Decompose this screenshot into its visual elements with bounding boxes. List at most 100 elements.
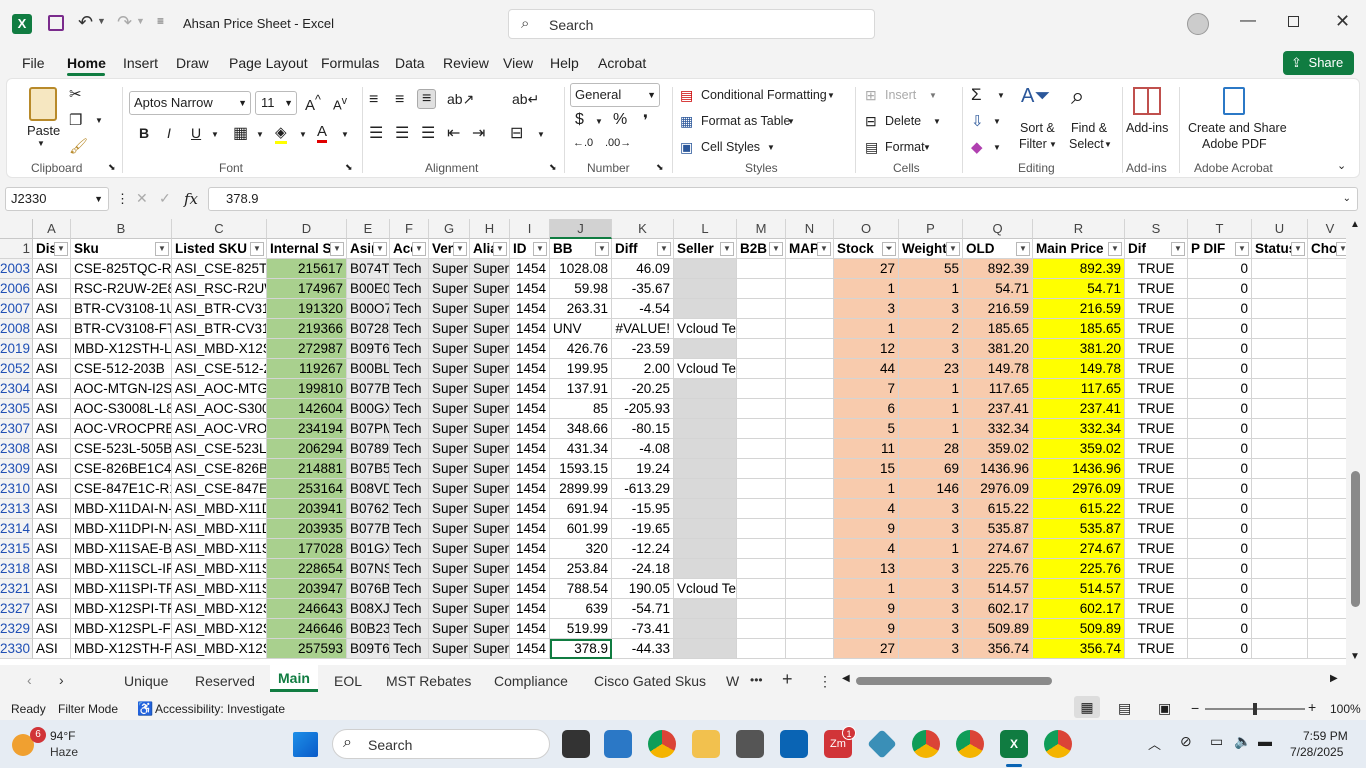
format-as-table-button[interactable]: Format as Table	[701, 114, 790, 128]
header-cell-u[interactable]: Status ▼	[1252, 239, 1308, 259]
scroll-down-icon[interactable]: ▼	[1350, 651, 1360, 662]
cell-o[interactable]: 5	[834, 419, 899, 439]
cell-h[interactable]: Super	[470, 539, 510, 559]
cell-e[interactable]: B09T68	[347, 639, 390, 659]
cell-e[interactable]: B00E0G	[347, 279, 390, 299]
cell-g[interactable]: Super	[429, 319, 470, 339]
cell-u[interactable]	[1252, 439, 1308, 459]
cell-j[interactable]: 263.31	[550, 299, 612, 319]
cell-q[interactable]: 892.39	[963, 259, 1033, 279]
cell-f[interactable]: Tech	[390, 299, 429, 319]
cell-f[interactable]: Tech	[390, 519, 429, 539]
cell-t[interactable]: 0	[1188, 439, 1252, 459]
cell-u[interactable]	[1252, 319, 1308, 339]
cell-i[interactable]: 1454	[510, 319, 550, 339]
header-cell-f[interactable]: Acc ▼	[390, 239, 429, 259]
cell-c[interactable]: ASI_MBD-X11SC	[172, 559, 267, 579]
cell-d[interactable]: 272987	[267, 339, 347, 359]
cell-c[interactable]: ASI_MBD-X11DI	[172, 519, 267, 539]
cell-n[interactable]	[786, 639, 834, 659]
cell-f[interactable]: Tech	[390, 419, 429, 439]
cell-u[interactable]	[1252, 419, 1308, 439]
cell-u[interactable]	[1252, 479, 1308, 499]
sort-filter-icon[interactable]: A⏷	[1021, 85, 1050, 108]
cell-b[interactable]: CSE-512-203B	[71, 359, 172, 379]
cell-l[interactable]	[674, 539, 737, 559]
vertical-scrollbar[interactable]: ▲ ▼	[1346, 219, 1366, 665]
cell-l[interactable]	[674, 419, 737, 439]
cell-q[interactable]: 514.57	[963, 579, 1033, 599]
cell-j[interactable]: 1593.15	[550, 459, 612, 479]
cell-u[interactable]	[1252, 459, 1308, 479]
cell-f[interactable]: Tech	[390, 459, 429, 479]
row-header[interactable]: 2304	[0, 379, 33, 399]
scroll-up-icon[interactable]: ▲	[1350, 219, 1360, 230]
cell-k[interactable]: -35.67	[612, 279, 674, 299]
orientation-icon[interactable]: ab↗	[447, 91, 474, 108]
cell-o[interactable]: 6	[834, 399, 899, 419]
cell-u[interactable]	[1252, 259, 1308, 279]
sheet-tab-unique[interactable]: Unique	[124, 673, 168, 689]
cell-n[interactable]	[786, 619, 834, 639]
alignment-launcher-icon[interactable]: ⬊	[549, 162, 557, 173]
cell-k[interactable]: -24.18	[612, 559, 674, 579]
cell-k[interactable]: -12.24	[612, 539, 674, 559]
cell-l[interactable]	[674, 259, 737, 279]
cell-a[interactable]: ASI	[33, 619, 71, 639]
menu-view[interactable]: View	[503, 55, 533, 71]
column-header-r[interactable]: R	[1033, 219, 1125, 239]
comma-icon[interactable]: ❜	[643, 111, 648, 131]
cell-f[interactable]: Tech	[390, 499, 429, 519]
cell-d[interactable]: 142604	[267, 399, 347, 419]
cell-o[interactable]: 3	[834, 299, 899, 319]
cell-r[interactable]: 1436.96	[1033, 459, 1125, 479]
more-options-icon[interactable]: ⋮	[116, 191, 129, 207]
cell-n[interactable]	[786, 279, 834, 299]
cell-h[interactable]: Super	[470, 259, 510, 279]
cell-s[interactable]: TRUE	[1125, 379, 1188, 399]
cell-i[interactable]: 1454	[510, 399, 550, 419]
increase-indent-icon[interactable]: ⇥	[472, 123, 485, 143]
column-header-g[interactable]: G	[429, 219, 470, 239]
cell-g[interactable]: Super	[429, 339, 470, 359]
search-box[interactable]: ⌕ Search	[508, 9, 875, 39]
cell-s[interactable]: TRUE	[1125, 359, 1188, 379]
cell-t[interactable]: 0	[1188, 559, 1252, 579]
cell-q[interactable]: 509.89	[963, 619, 1033, 639]
cell-e[interactable]: B09T66	[347, 339, 390, 359]
cell-t[interactable]: 0	[1188, 319, 1252, 339]
cell-d[interactable]: 219366	[267, 319, 347, 339]
menu-formulas[interactable]: Formulas	[321, 55, 379, 71]
cell-g[interactable]: Super	[429, 359, 470, 379]
confirm-entry-icon[interactable]: ✓	[159, 190, 171, 207]
add-ins-button[interactable]: Add-ins	[1126, 121, 1168, 135]
cell-s[interactable]: TRUE	[1125, 479, 1188, 499]
cell-t[interactable]: 0	[1188, 599, 1252, 619]
decrease-indent-icon[interactable]: ⇤	[447, 123, 460, 143]
menu-insert[interactable]: Insert	[123, 55, 158, 71]
cell-j[interactable]: 378.9	[550, 639, 612, 659]
cell-i[interactable]: 1454	[510, 299, 550, 319]
cell-h[interactable]: Super	[470, 439, 510, 459]
menu-page-layout[interactable]: Page Layout	[229, 55, 308, 71]
scroll-thumb[interactable]	[1351, 471, 1360, 607]
cell-l[interactable]: Vcloud Tech	[674, 579, 737, 599]
cell-f[interactable]: Tech	[390, 379, 429, 399]
cell-t[interactable]: 0	[1188, 459, 1252, 479]
number-launcher-icon[interactable]: ⬊	[656, 162, 664, 173]
cell-r[interactable]: 2976.09	[1033, 479, 1125, 499]
cell-r[interactable]: 535.87	[1033, 519, 1125, 539]
cell-a[interactable]: ASI	[33, 479, 71, 499]
calculator-icon[interactable]	[736, 730, 764, 758]
cell-l[interactable]	[674, 559, 737, 579]
cell-i[interactable]: 1454	[510, 479, 550, 499]
cell-j[interactable]: 691.94	[550, 499, 612, 519]
sheet-tab-w[interactable]: W	[726, 673, 739, 689]
cell-l[interactable]	[674, 299, 737, 319]
cell-j[interactable]: 348.66	[550, 419, 612, 439]
cell-s[interactable]: TRUE	[1125, 599, 1188, 619]
cell-i[interactable]: 1454	[510, 599, 550, 619]
chevron-down-icon[interactable]: ▼	[997, 91, 1005, 100]
cell-u[interactable]	[1252, 339, 1308, 359]
h-scroll-thumb[interactable]	[856, 677, 1052, 685]
